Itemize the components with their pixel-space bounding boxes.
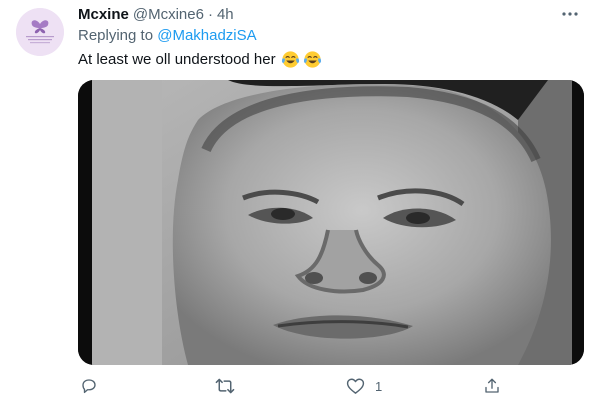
- user-handle[interactable]: @Mcxine6: [133, 6, 204, 23]
- tweet-text-content: At least we oll understood her: [78, 51, 276, 68]
- replying-prefix: Replying to: [78, 27, 154, 44]
- share-button[interactable]: [483, 372, 501, 400]
- retweet-icon: [215, 378, 235, 394]
- tears-of-joy-emoji-icon: [281, 50, 300, 69]
- avatar[interactable]: [16, 8, 64, 56]
- replying-handle-link[interactable]: @MakhadziSA: [157, 27, 256, 44]
- reply-icon: [82, 379, 96, 394]
- tweet-header: Mcxine @Mcxine6 · 4h: [78, 4, 555, 24]
- share-icon: [485, 378, 499, 393]
- avatar-butterfly-icon: [16, 8, 64, 56]
- tears-of-joy-emoji-icon: [303, 50, 322, 69]
- retweet-button[interactable]: [215, 372, 245, 400]
- like-button[interactable]: 1: [346, 372, 382, 400]
- like-count: 1: [375, 378, 383, 394]
- tweet-actions: 1: [78, 372, 584, 400]
- more-icon: [562, 12, 578, 16]
- separator: ·: [207, 5, 213, 23]
- display-name[interactable]: Mcxine: [78, 6, 129, 23]
- replying-to: Replying to @MakhadziSA: [78, 27, 257, 44]
- tweet[interactable]: Mcxine @Mcxine6 · 4h Replying to @Makhad…: [0, 0, 595, 408]
- timestamp[interactable]: 4h: [217, 6, 234, 23]
- meme-face-image: [78, 80, 584, 365]
- like-icon: [346, 378, 365, 394]
- tweet-media-image[interactable]: [78, 80, 584, 365]
- tweet-text: At least we oll understood her: [78, 50, 322, 69]
- reply-button[interactable]: [80, 372, 108, 400]
- more-button[interactable]: [559, 4, 581, 24]
